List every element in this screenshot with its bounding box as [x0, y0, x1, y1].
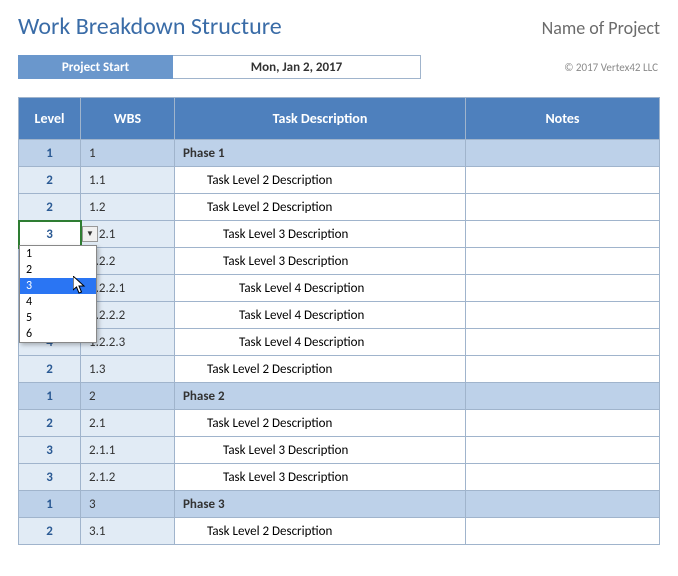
desc-cell[interactable]: Task Level 3 Description: [175, 221, 466, 248]
desc-cell[interactable]: Phase 2: [175, 383, 466, 410]
desc-cell[interactable]: Task Level 3 Description: [175, 464, 466, 491]
desc-cell[interactable]: Task Level 4 Description: [175, 302, 466, 329]
table-row: 31.2.2Task Level 3 Description: [19, 248, 660, 275]
desc-cell[interactable]: Phase 1: [175, 140, 466, 167]
desc-cell[interactable]: Task Level 2 Description: [175, 356, 466, 383]
notes-cell[interactable]: [466, 464, 660, 491]
page-title: Work Breakdown Structure: [18, 12, 282, 41]
level-dropdown: 123456: [19, 245, 97, 343]
desc-cell[interactable]: Phase 3: [175, 491, 466, 518]
table-row: 41.2.2.3Task Level 4 Description: [19, 329, 660, 356]
notes-cell[interactable]: [466, 437, 660, 464]
notes-cell[interactable]: [466, 167, 660, 194]
wbs-cell[interactable]: 2.1.1: [81, 437, 175, 464]
table-row: 12Phase 2: [19, 383, 660, 410]
wbs-cell[interactable]: 1: [81, 140, 175, 167]
level-cell[interactable]: 3: [19, 464, 81, 491]
wbs-table: Level WBS Task Description Notes 11Phase…: [18, 97, 660, 545]
desc-cell[interactable]: Task Level 2 Description: [175, 194, 466, 221]
table-row: 3▼1234561.2.1Task Level 3 Description: [19, 221, 660, 248]
notes-cell[interactable]: [466, 248, 660, 275]
project-start-date[interactable]: Mon, Jan 2, 2017: [173, 55, 421, 79]
desc-cell[interactable]: Task Level 2 Description: [175, 167, 466, 194]
desc-cell[interactable]: Task Level 3 Description: [175, 437, 466, 464]
table-row: 23.1Task Level 2 Description: [19, 518, 660, 545]
col-desc[interactable]: Task Description: [175, 98, 466, 140]
level-cell[interactable]: 2: [19, 410, 81, 437]
notes-cell[interactable]: [466, 221, 660, 248]
notes-cell[interactable]: [466, 356, 660, 383]
dropdown-item[interactable]: 3: [20, 278, 96, 294]
dropdown-item[interactable]: 4: [20, 294, 96, 310]
project-start-row: Project Start Mon, Jan 2, 2017 © 2017 Ve…: [18, 55, 660, 79]
level-cell[interactable]: 2: [19, 194, 81, 221]
project-start-label: Project Start: [18, 55, 173, 79]
col-notes[interactable]: Notes: [466, 98, 660, 140]
table-row: 21.1Task Level 2 Description: [19, 167, 660, 194]
notes-cell[interactable]: [466, 275, 660, 302]
wbs-cell[interactable]: 3.1: [81, 518, 175, 545]
wbs-cell[interactable]: 1.1: [81, 167, 175, 194]
project-name: Name of Project: [542, 17, 660, 39]
col-level[interactable]: Level: [19, 98, 81, 140]
table-row: 21.2Task Level 2 Description: [19, 194, 660, 221]
notes-cell[interactable]: [466, 329, 660, 356]
table-row: 11Phase 1: [19, 140, 660, 167]
table-row: 22.1Task Level 2 Description: [19, 410, 660, 437]
notes-cell[interactable]: [466, 383, 660, 410]
col-wbs[interactable]: WBS: [81, 98, 175, 140]
level-cell[interactable]: 2: [19, 167, 81, 194]
dropdown-item[interactable]: 5: [20, 310, 96, 326]
desc-cell[interactable]: Task Level 3 Description: [175, 248, 466, 275]
level-cell[interactable]: 2: [19, 356, 81, 383]
notes-cell[interactable]: [466, 491, 660, 518]
wbs-cell[interactable]: 2.1.2: [81, 464, 175, 491]
table-row: 32.1.1Task Level 3 Description: [19, 437, 660, 464]
table-row: 41.2.2.2Task Level 4 Description: [19, 302, 660, 329]
dropdown-item[interactable]: 2: [20, 262, 96, 278]
table-row: 13Phase 3: [19, 491, 660, 518]
wbs-cell[interactable]: 1.2: [81, 194, 175, 221]
wbs-cell[interactable]: 2.1: [81, 410, 175, 437]
table-row: 32.1.2Task Level 3 Description: [19, 464, 660, 491]
dropdown-item[interactable]: 1: [20, 246, 96, 262]
level-cell[interactable]: 3: [19, 437, 81, 464]
dropdown-item[interactable]: 6: [20, 326, 96, 342]
header: Work Breakdown Structure Name of Project: [18, 12, 660, 41]
notes-cell[interactable]: [466, 410, 660, 437]
wbs-cell[interactable]: 3: [81, 491, 175, 518]
wbs-cell[interactable]: 2: [81, 383, 175, 410]
table-row: 41.2.2.1Task Level 4 Description: [19, 275, 660, 302]
wbs-cell[interactable]: 1.3: [81, 356, 175, 383]
desc-cell[interactable]: Task Level 4 Description: [175, 329, 466, 356]
level-cell[interactable]: 1: [19, 383, 81, 410]
table-header-row: Level WBS Task Description Notes: [19, 98, 660, 140]
notes-cell[interactable]: [466, 302, 660, 329]
level-cell[interactable]: 3▼123456: [19, 221, 81, 248]
notes-cell[interactable]: [466, 140, 660, 167]
copyright-text: © 2017 Vertex42 LLC: [421, 61, 660, 74]
dropdown-arrow-icon[interactable]: ▼: [82, 226, 98, 242]
notes-cell[interactable]: [466, 518, 660, 545]
desc-cell[interactable]: Task Level 2 Description: [175, 518, 466, 545]
desc-cell[interactable]: Task Level 2 Description: [175, 410, 466, 437]
desc-cell[interactable]: Task Level 4 Description: [175, 275, 466, 302]
level-cell[interactable]: 1: [19, 140, 81, 167]
table-row: 21.3Task Level 2 Description: [19, 356, 660, 383]
level-cell[interactable]: 2: [19, 518, 81, 545]
level-cell[interactable]: 1: [19, 491, 81, 518]
notes-cell[interactable]: [466, 194, 660, 221]
